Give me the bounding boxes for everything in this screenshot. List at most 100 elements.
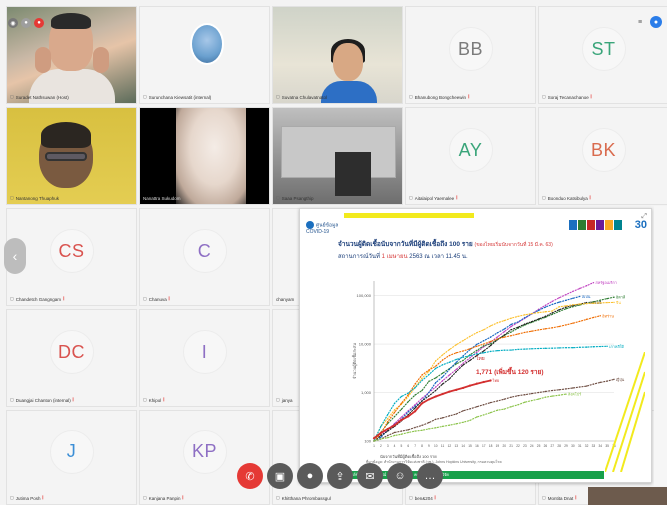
data-point — [483, 350, 485, 352]
participant-name-label: ◻ janya — [276, 397, 293, 403]
data-point — [441, 364, 444, 366]
data-point — [387, 421, 389, 423]
info-icon[interactable]: ◉ — [8, 18, 18, 28]
participant-tile[interactable]: ◻ Nantanong Thuaphuk — [6, 107, 137, 205]
data-point — [420, 402, 424, 405]
x-tick-label: 32 — [585, 444, 589, 448]
data-point — [565, 306, 567, 308]
mic-toggle-button[interactable]: ● — [297, 463, 323, 489]
data-point — [565, 299, 567, 301]
data-point — [469, 419, 471, 422]
camera-icon: ◻ — [10, 296, 14, 301]
data-point — [496, 409, 499, 411]
data-point — [469, 359, 471, 362]
video-feed — [41, 122, 91, 148]
x-tick-label: 21 — [509, 444, 513, 448]
data-point — [400, 430, 403, 432]
data-point — [531, 348, 533, 350]
series-label: ไทย — [492, 378, 500, 383]
data-point — [544, 304, 547, 307]
participant-tile[interactable]: KP ◻ Kanjana Panpin 𝄃 — [139, 410, 270, 505]
shield-icon[interactable]: ● — [21, 18, 31, 28]
data-point — [503, 398, 505, 400]
data-point — [606, 345, 608, 347]
video-feed — [51, 13, 91, 29]
data-point — [537, 309, 540, 312]
data-point — [565, 347, 567, 349]
participant-tile[interactable]: ◻ janya — [272, 309, 302, 407]
participant-initials: BK — [581, 128, 626, 173]
end-call-button[interactable]: ✆ — [237, 463, 263, 489]
data-point — [441, 392, 444, 396]
data-point — [537, 329, 540, 331]
participant-tile[interactable]: I ◻ Khipol 𝄃 — [139, 309, 270, 407]
participant-tile[interactable]: ◻ Saaa Psangthip — [272, 107, 403, 205]
mic-off-icon: 𝄃 — [589, 195, 591, 201]
participant-tile[interactable]: C ◻ Chanuva 𝄃 — [139, 208, 270, 306]
data-point — [565, 293, 567, 296]
data-point — [380, 425, 382, 428]
data-point — [592, 316, 595, 319]
participant-tile[interactable]: J ◻ Jutima Posh 𝄃 — [6, 410, 137, 505]
data-point — [428, 370, 430, 373]
data-point — [599, 381, 601, 384]
data-point — [435, 365, 437, 367]
shared-screen-slide[interactable]: ศูนย์ข้อมูล COVID-19 30 ⤢ จำนวนผู้ติดเชื… — [299, 208, 652, 483]
data-point — [489, 350, 492, 353]
participant-tile[interactable]: chanyam — [272, 208, 302, 306]
y-axis-label: จำนวนผู้ติดเชื้อสะสม — [350, 343, 358, 379]
participant-tile[interactable]: ◻ Surunchana Kiewsatit (internal) — [139, 6, 270, 104]
recording-icon[interactable]: ● — [34, 18, 44, 28]
previous-page-arrow-icon[interactable]: ‹ — [4, 238, 26, 274]
series-label: อิหร่าน — [602, 314, 615, 318]
participant-tile[interactable]: DC ◻ Duangjai Chanton (internal) 𝄃 — [6, 309, 137, 407]
share-screen-button[interactable]: ⇪ — [327, 463, 353, 489]
data-point — [551, 310, 553, 312]
x-tick-label: 34 — [599, 444, 603, 448]
data-point — [462, 350, 464, 352]
participant-tile[interactable]: BK ◻ Boonduo Katsibulya 𝄃 — [538, 107, 667, 205]
data-point — [435, 377, 437, 379]
x-tick-label: 23 — [523, 444, 527, 448]
people-icon[interactable]: ● — [650, 16, 662, 28]
data-point — [455, 361, 457, 364]
data-point — [489, 325, 492, 327]
data-point — [455, 358, 457, 361]
data-point — [503, 408, 505, 410]
participant-tile[interactable]: ST ◻ Soraj Tecanachanoe 𝄃 — [538, 6, 667, 104]
data-point — [414, 430, 416, 432]
data-point — [537, 311, 540, 314]
participant-tile[interactable]: AY ◻ Aitalaipol Yaemalee 𝄃 — [405, 107, 536, 205]
participant-tile[interactable]: BB ◻ Bhanubong Bongcheewin 𝄃 — [405, 6, 536, 104]
data-point — [400, 395, 403, 398]
participant-name-label: ◻ Chanuva 𝄃 — [143, 296, 170, 302]
data-point — [585, 385, 588, 387]
data-point — [462, 421, 464, 424]
data-point — [496, 400, 499, 402]
participant-tile[interactable]: Nanattra Sukudom — [139, 107, 270, 205]
reactions-button[interactable]: ☺ — [387, 463, 413, 489]
data-point — [448, 390, 451, 393]
more-options-button[interactable]: … — [417, 463, 443, 489]
data-point — [489, 379, 492, 382]
data-point — [441, 372, 444, 374]
participant-name-label: ◻ Kanjana Panpin 𝄃 — [143, 495, 184, 501]
layout-icon[interactable]: ≡ — [634, 16, 646, 28]
data-point — [558, 394, 560, 396]
data-point — [455, 370, 457, 373]
participant-name-label: ◻ Surunchana Kiewsatit (internal) — [143, 94, 212, 100]
data-point — [448, 368, 451, 371]
camera-icon: ◻ — [143, 495, 147, 500]
chat-button[interactable]: ✉ — [357, 463, 383, 489]
participant-name-label: ◻ Bhanubong Bongcheewin 𝄃 — [409, 94, 470, 100]
data-point — [565, 308, 567, 310]
participant-tile[interactable]: ◻ Suvatna Chulavatnatol — [272, 6, 403, 104]
data-point — [503, 349, 505, 351]
data-point — [489, 343, 492, 345]
data-point — [407, 415, 410, 418]
data-point — [469, 335, 471, 338]
x-tick-label: 28 — [557, 444, 561, 448]
x-tick-label: 3 — [387, 444, 389, 448]
data-point — [544, 328, 547, 330]
camera-toggle-button[interactable]: ▣ — [267, 463, 293, 489]
